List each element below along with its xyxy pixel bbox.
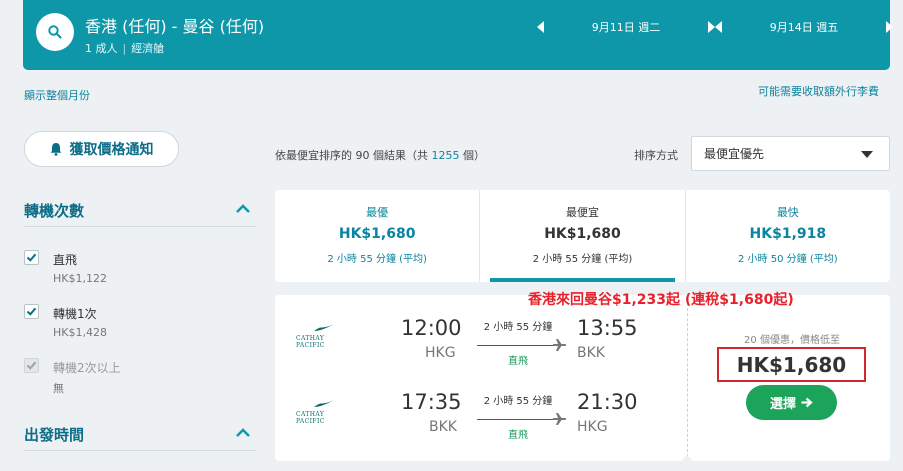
arrow-right-icon bbox=[801, 397, 813, 408]
flight-path-line bbox=[477, 345, 553, 346]
tab-duration: 2 小時 55 分鐘 (平均) bbox=[532, 254, 633, 265]
direct-price: HK$1,122 bbox=[53, 272, 107, 285]
flight-path-line bbox=[477, 419, 553, 420]
results-suffix: 個） bbox=[463, 149, 485, 162]
sort-dropdown[interactable]: 最便宜優先 bbox=[691, 136, 890, 171]
price-value: HK$1,680 bbox=[736, 352, 847, 377]
airline-name: CATHAY PACIFIC bbox=[296, 335, 325, 349]
return-prev-button[interactable] bbox=[709, 16, 729, 38]
divider bbox=[24, 226, 256, 227]
outbound-stops: 直飛 bbox=[508, 356, 528, 367]
cabin-class: 經濟艙 bbox=[131, 42, 165, 55]
checkmark-icon bbox=[26, 253, 37, 262]
tab-fastest[interactable]: 最快 HK$1,918 2 小時 50 分鐘 (平均) bbox=[684, 190, 890, 282]
flight-result-card[interactable]: CATHAY PACIFIC 12:00 HKG 2 小時 55 分鐘 直飛 1… bbox=[275, 295, 890, 462]
tab-duration: 2 小時 50 分鐘 (平均) bbox=[738, 254, 838, 265]
search-summary-bar[interactable]: 香港 (任何) - 曼谷 (任何) 1 成人 | 經濟艙 9月11日 週二 9月14… bbox=[23, 0, 893, 70]
chevron-left-icon bbox=[537, 21, 544, 33]
lowest-price: HK$1,680 bbox=[717, 347, 866, 382]
chevron-up-icon[interactable] bbox=[235, 428, 251, 438]
airline-logo: CATHAY PACIFIC bbox=[296, 399, 352, 425]
chevron-right-icon bbox=[886, 21, 893, 33]
cathay-logo-icon bbox=[314, 324, 334, 331]
chevron-left-icon bbox=[715, 21, 722, 33]
tab-label: 最便宜 bbox=[565, 206, 599, 219]
sort-tabs: 最優 HK$1,680 2 小時 55 分鐘 (平均) 最便宜 HK$1,680… bbox=[275, 190, 890, 282]
price-alert-label: 獲取價格通知 bbox=[69, 142, 154, 158]
results-middle: 個結果（共 bbox=[373, 149, 428, 162]
one-stop-label: 轉機1次 bbox=[53, 307, 97, 321]
card-notch bbox=[680, 455, 694, 462]
search-button[interactable] bbox=[36, 13, 74, 51]
one-stop-checkbox[interactable] bbox=[24, 304, 39, 319]
airline-name: CATHAY PACIFIC bbox=[296, 411, 325, 425]
outbound-arrival-airport: BKK bbox=[577, 345, 605, 361]
checkmark-icon bbox=[26, 361, 37, 370]
airline-logo: CATHAY PACIFIC bbox=[296, 323, 352, 349]
select-label: 選擇 bbox=[769, 397, 796, 412]
return-date[interactable]: 9月14日 週五 bbox=[729, 19, 879, 35]
passenger-count: 1 成人 bbox=[85, 42, 118, 55]
search-icon bbox=[48, 25, 62, 39]
outbound-arrival-time: 13:55 bbox=[577, 316, 638, 340]
results-count: 90 bbox=[355, 149, 370, 162]
return-date-nav: 9月14日 週五 bbox=[709, 16, 899, 38]
extra-baggage-fees-link[interactable]: 可能需要收取額外行李費 bbox=[758, 83, 879, 99]
inbound-departure-time: 17:35 bbox=[401, 390, 462, 414]
deals-count: 20 個優惠，價格低至 bbox=[744, 335, 840, 346]
bell-icon bbox=[50, 143, 61, 156]
tab-label: 最快 bbox=[776, 206, 799, 219]
sort-label: 排序方式 bbox=[634, 149, 678, 162]
caret-down-icon bbox=[861, 151, 873, 158]
tab-price: HK$1,680 bbox=[338, 226, 416, 242]
two-plus-stops-label: 轉機2次以上 bbox=[53, 361, 121, 375]
promo-annotation: 香港來回曼谷$1,233起 (連稅$1,680起) bbox=[528, 292, 794, 308]
outbound-departure-airport: HKG bbox=[425, 345, 456, 361]
stops-filter-title[interactable]: 轉機次數 bbox=[24, 200, 84, 221]
return-next-button[interactable] bbox=[879, 16, 899, 38]
show-whole-month-link[interactable]: 顯示整個月份 bbox=[24, 87, 90, 103]
outbound-duration: 2 小時 55 分鐘 bbox=[483, 322, 553, 333]
trip-details: 1 成人 | 經濟艙 bbox=[85, 40, 164, 56]
tab-label: 最優 bbox=[366, 206, 389, 219]
divider bbox=[24, 450, 256, 451]
tab-price: HK$1,918 bbox=[749, 226, 827, 242]
tab-duration: 2 小時 55 分鐘 (平均) bbox=[327, 254, 427, 265]
depart-date-nav: 9月11日 週二 bbox=[531, 16, 721, 38]
depart-prev-button[interactable] bbox=[531, 16, 551, 38]
price-alert-button[interactable]: 獲取價格通知 bbox=[24, 131, 179, 167]
tab-best[interactable]: 最優 HK$1,680 2 小時 55 分鐘 (平均) bbox=[275, 190, 479, 282]
outbound-departure-time: 12:00 bbox=[401, 316, 462, 340]
inbound-arrival-airport: HKG bbox=[577, 419, 608, 435]
separator: | bbox=[122, 42, 127, 55]
inbound-duration: 2 小時 55 分鐘 bbox=[483, 396, 553, 407]
inbound-arrival-time: 21:30 bbox=[577, 390, 638, 414]
tab-cheapest[interactable]: 最便宜 HK$1,680 2 小時 55 分鐘 (平均) bbox=[479, 190, 684, 282]
two-plus-stops-checkbox bbox=[24, 358, 39, 373]
depart-date[interactable]: 9月11日 週二 bbox=[551, 19, 701, 35]
route-title: 香港 (任何) - 曼谷 (任何) bbox=[85, 17, 265, 36]
results-summary: 依最便宜排序的 90 個結果（共 1255 個） bbox=[275, 147, 485, 163]
cathay-logo-icon bbox=[314, 400, 334, 407]
chevron-up-icon[interactable] bbox=[235, 204, 251, 214]
plane-icon bbox=[553, 413, 567, 425]
two-plus-stops-price: 無 bbox=[53, 382, 64, 395]
one-stop-price: HK$1,428 bbox=[53, 326, 107, 339]
results-prefix: 依最便宜排序的 bbox=[275, 149, 352, 162]
card-divider bbox=[687, 303, 688, 457]
checkmark-icon bbox=[26, 307, 37, 316]
inbound-departure-airport: BKK bbox=[429, 419, 457, 435]
tab-price: HK$1,680 bbox=[544, 226, 621, 242]
direct-label: 直飛 bbox=[53, 253, 78, 267]
sort-selected-value: 最便宜優先 bbox=[704, 147, 765, 161]
results-total: 1255 bbox=[431, 149, 460, 162]
inbound-stops: 直飛 bbox=[508, 430, 528, 441]
plane-icon bbox=[553, 339, 567, 351]
direct-checkbox[interactable] bbox=[24, 250, 39, 265]
select-button[interactable]: 選擇 bbox=[746, 385, 837, 420]
departure-time-filter-title[interactable]: 出發時間 bbox=[24, 424, 84, 445]
